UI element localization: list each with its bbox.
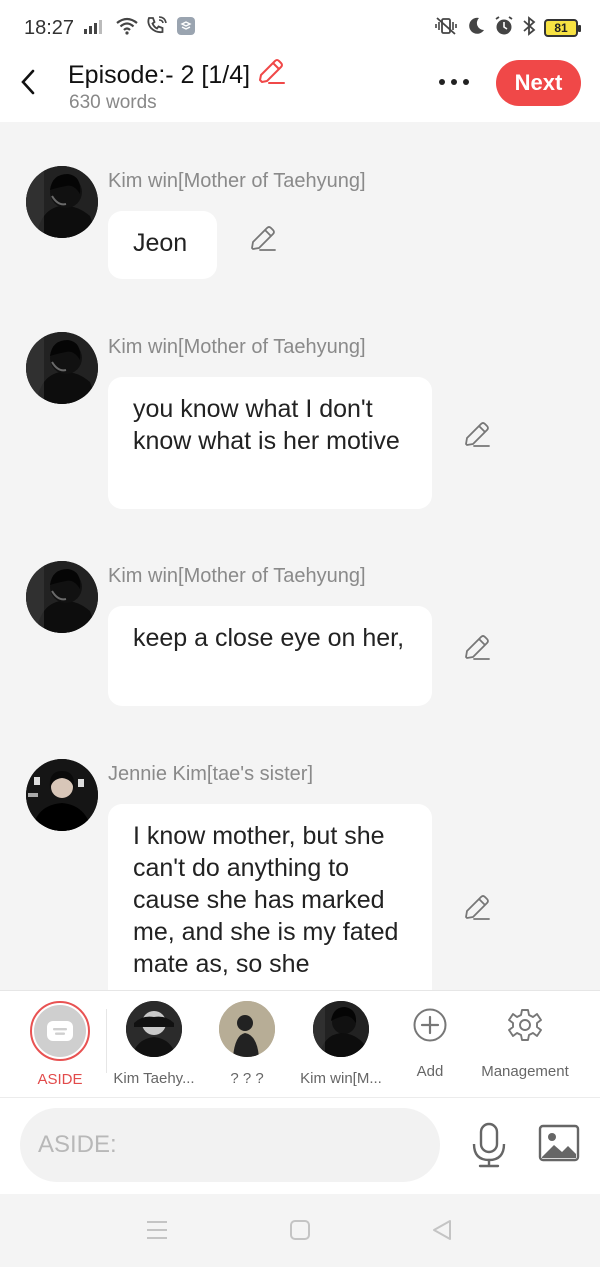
battery-icon: 81 — [544, 19, 581, 37]
edit-icon[interactable] — [462, 893, 492, 923]
signal-icon — [84, 18, 108, 39]
microphone-icon[interactable] — [470, 1122, 508, 1168]
edit-title-icon[interactable] — [256, 58, 286, 93]
character-label: ? ? ? — [230, 1070, 264, 1087]
episode-header: Episode:- 2 [1/4] 630 words Next — [0, 56, 600, 122]
character-label: ASIDE — [37, 1071, 83, 1088]
speaker-name: Jennie Kim[tae's sister] — [108, 763, 314, 785]
chat-area[interactable]: Kim win[Mother of Taehyung] Jeon Kim win… — [0, 122, 600, 990]
character-aside[interactable]: ASIDE — [12, 1001, 108, 1088]
do-not-disturb-icon — [466, 16, 486, 41]
episode-title-row[interactable]: Episode:- 2 [1/4] — [68, 58, 286, 93]
gear-icon — [508, 1009, 542, 1041]
avatar[interactable] — [26, 759, 98, 831]
speaker-name: Kim win[Mother of Taehyung] — [108, 565, 366, 587]
management-button[interactable]: Management — [477, 1001, 573, 1080]
message-bubble[interactable]: keep a close eye on her, — [108, 606, 432, 706]
character-label: Kim win[M... — [300, 1070, 382, 1087]
message-bubble[interactable]: Jeon — [108, 211, 217, 279]
more-options-button[interactable] — [434, 68, 474, 96]
next-button[interactable]: Next — [496, 60, 581, 106]
app-notification-icon — [176, 16, 196, 41]
avatar — [313, 1001, 369, 1057]
menu-icon[interactable] — [143, 1216, 171, 1244]
aside-icon — [47, 1021, 73, 1041]
alarm-icon — [494, 15, 514, 41]
speaker-name: Kim win[Mother of Taehyung] — [108, 336, 366, 358]
message-bubble[interactable]: I know mother, but she can't do anything… — [108, 804, 432, 990]
episode-title: Episode:- 2 [1/4] — [68, 61, 251, 89]
message-bubble[interactable]: you know what I don't know what is her m… — [108, 377, 432, 509]
image-icon[interactable] — [538, 1124, 580, 1162]
character-bar: ASIDE Kim Taehy... ? ? ? Kim win[M... Ad… — [0, 990, 600, 1098]
chevron-left-icon — [21, 69, 35, 95]
edit-icon[interactable] — [248, 224, 278, 254]
aside-input[interactable] — [20, 1108, 440, 1182]
add-character-button[interactable]: Add — [382, 1001, 478, 1080]
edit-icon[interactable] — [462, 420, 492, 450]
character-label: Kim Taehy... — [113, 1070, 195, 1087]
back-button[interactable] — [14, 66, 42, 98]
character-label: Management — [481, 1063, 569, 1080]
avatar — [219, 1001, 275, 1057]
bluetooth-icon — [522, 15, 536, 41]
home-icon[interactable] — [286, 1216, 314, 1244]
compose-bar — [0, 1098, 600, 1194]
wifi-calling-icon — [146, 15, 168, 41]
speaker-name: Kim win[Mother of Taehyung] — [108, 170, 366, 192]
character-unknown[interactable]: ? ? ? — [199, 1001, 295, 1087]
avatar — [126, 1001, 182, 1057]
avatar[interactable] — [26, 561, 98, 633]
character-kim-win[interactable]: Kim win[M... — [293, 1001, 389, 1087]
avatar[interactable] — [26, 332, 98, 404]
edit-icon[interactable] — [462, 633, 492, 663]
status-time: 18:27 — [24, 16, 75, 39]
back-nav-icon[interactable] — [428, 1216, 456, 1244]
plus-circle-icon — [413, 1008, 447, 1042]
character-label: Add — [416, 1063, 444, 1080]
status-bar: 18:27 81 — [0, 0, 600, 56]
vibrate-icon — [434, 16, 458, 41]
character-kim-taehyung[interactable]: Kim Taehy... — [106, 1001, 202, 1087]
avatar[interactable] — [26, 166, 98, 238]
word-count: 630 words — [69, 92, 157, 113]
wifi-icon — [116, 17, 138, 40]
system-navigation-bar — [0, 1194, 600, 1267]
